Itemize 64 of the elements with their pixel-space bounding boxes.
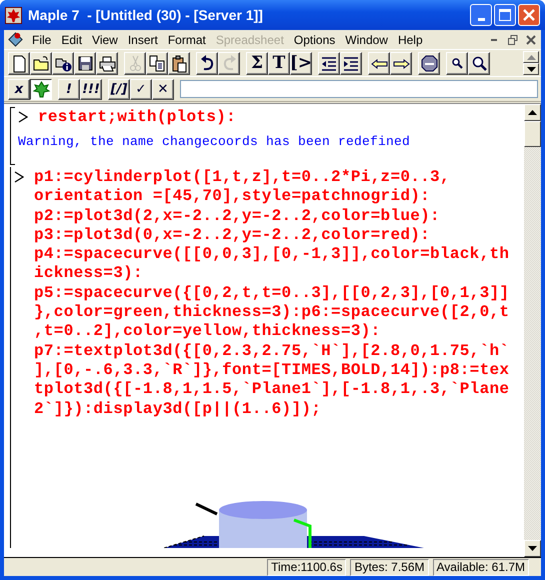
code-line: p7:=textplot3d({[0,2.3,2.75,`H`],[2.8,0,1.75,`h` bbox=[34, 340, 510, 360]
menu-item[interactable]: Insert bbox=[122, 32, 163, 46]
code-line: tplot3d({[-1.8,1,1.5,`Plane1`],[-1.8,1,.3,`Plane bbox=[34, 379, 510, 399]
toolbar-button[interactable] bbox=[30, 78, 52, 100]
minimize-icon bbox=[490, 38, 500, 40]
toolbar-button[interactable]: T bbox=[268, 52, 290, 74]
code-line: p2:=plot3d(2,x=-2..2,y=-2..2,color=blue): bbox=[34, 206, 441, 225]
code-line: p1:=cylinderplot([1,t,z],t=0..2*Pi,z=0..3, bbox=[34, 167, 451, 186]
toolbar-button[interactable]: ✕ bbox=[152, 78, 174, 100]
code-line: p3:=plot3d(0,x=-2..2,y=-2..2,color=red): bbox=[34, 224, 432, 244]
scroll-up-button[interactable] bbox=[524, 104, 541, 121]
close-button[interactable] bbox=[518, 4, 540, 26]
toolbar-button[interactable]: Σ bbox=[246, 52, 268, 74]
vertical-scrollbar[interactable] bbox=[524, 104, 541, 557]
toolbar-button[interactable]: ✓ bbox=[130, 78, 152, 100]
scroll-up-button[interactable] bbox=[523, 51, 539, 63]
down-arrow-icon bbox=[526, 66, 536, 72]
close-icon bbox=[523, 9, 535, 21]
group-bracket bbox=[10, 107, 15, 165]
document-icon[interactable] bbox=[7, 31, 24, 48]
down-arrow-icon bbox=[528, 546, 537, 551]
menu-item[interactable]: View bbox=[87, 32, 123, 46]
status-field: Time:1100.6s bbox=[267, 558, 346, 576]
code-line: },color=green,thickness=3):p6:=spacecurve([2,0,t bbox=[34, 302, 510, 322]
up-arrow-icon bbox=[528, 110, 537, 115]
code-line: restart;with(plots): bbox=[38, 107, 236, 126]
window-title: Maple 7 - [Untitled (30) - [Server 1]] bbox=[28, 7, 264, 23]
menu-item[interactable]: Help bbox=[392, 32, 428, 46]
close-icon bbox=[526, 34, 536, 44]
menu-item[interactable]: Options bbox=[288, 32, 340, 46]
menu-item[interactable]: File bbox=[27, 32, 56, 46]
input-field[interactable] bbox=[180, 80, 538, 98]
code-line: ,t=0..2],color=yellow,thickness=3): bbox=[34, 321, 382, 341]
scroll-down-button[interactable] bbox=[523, 63, 539, 75]
toolbar-button[interactable]: !!! bbox=[80, 78, 102, 100]
paste-icon bbox=[170, 54, 188, 72]
prompt-icon bbox=[14, 171, 24, 183]
scroll-thumb[interactable] bbox=[524, 121, 541, 147]
copy-icon bbox=[148, 54, 166, 72]
minimize-button[interactable] bbox=[470, 4, 492, 26]
open-folder-icon bbox=[32, 54, 50, 72]
menu-item[interactable]: Window bbox=[340, 32, 393, 46]
up-arrow-icon bbox=[526, 54, 536, 60]
scroll-down-button[interactable] bbox=[524, 540, 541, 557]
menu-item[interactable]: Edit bbox=[56, 32, 88, 46]
warning-text: Warning, the name changecoords has been redefined bbox=[18, 134, 412, 149]
code-line: ],[0,-.6,3.3,`R`]},font=[TIMES,BOLD,14]):p8:=tex bbox=[34, 360, 510, 380]
toolbar-button[interactable]: [> bbox=[290, 52, 312, 74]
toolbar-button[interactable]: ! bbox=[58, 78, 80, 100]
stop-sign-icon bbox=[420, 54, 438, 72]
restore-icon bbox=[508, 34, 518, 44]
code-line: 2`]}):display3d([p||(1..6)]); bbox=[34, 398, 322, 418]
maximize-button[interactable] bbox=[494, 4, 516, 26]
printer-icon bbox=[98, 54, 116, 72]
code-line: p4:=spacecurve([[0,0,3],[0,-1,3]],color=black,th bbox=[34, 244, 510, 264]
toolbar-button[interactable]: [/] bbox=[108, 78, 130, 100]
status-field: Available: 61.7M bbox=[432, 558, 529, 576]
toolbar-button[interactable]: x bbox=[8, 78, 30, 100]
status-field: Bytes: 7.56M bbox=[350, 558, 428, 576]
code-line: p5:=spacecurve({[0,2,t,t=0..3],[[0,2,3],[0,1,3]] bbox=[34, 282, 510, 302]
code-line: ickness=3): bbox=[34, 263, 144, 283]
menu-item[interactable]: Format bbox=[162, 32, 211, 46]
prompt-icon bbox=[18, 111, 28, 123]
code-line: orientation =[45,70],style=patchnogrid): bbox=[34, 186, 432, 206]
